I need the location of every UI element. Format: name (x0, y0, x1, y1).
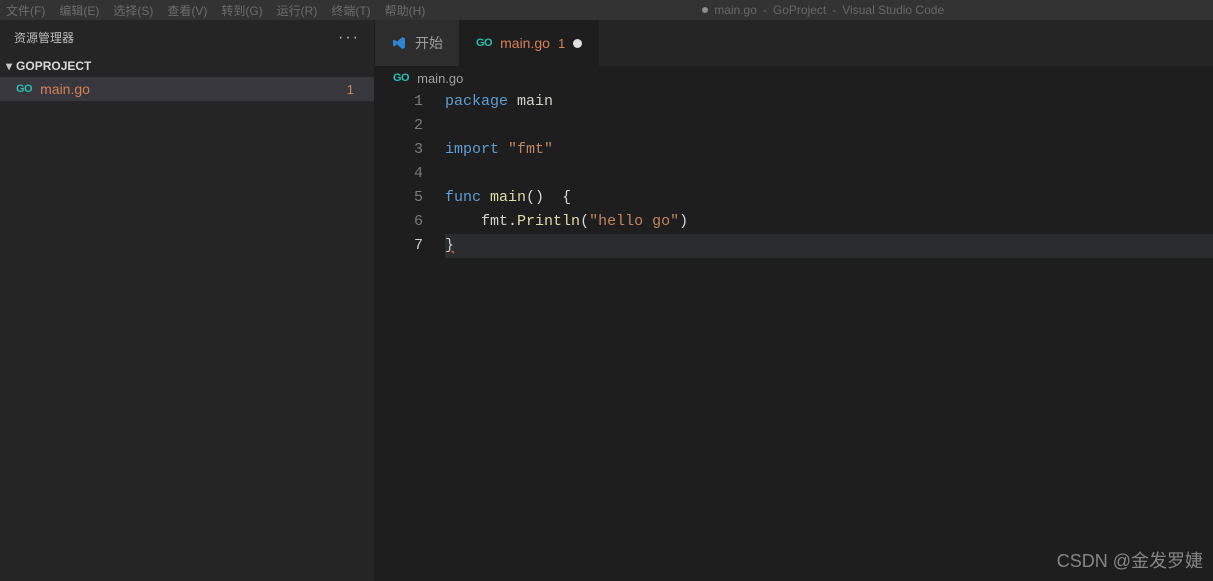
editor-group: 开始 GO main.go 1 GO main.go 1234567 packa… (375, 20, 1213, 581)
line-number: 5 (375, 186, 423, 210)
menu-edit[interactable]: 编辑(E) (59, 2, 99, 19)
explorer-header: 资源管理器 ··· (0, 20, 374, 55)
code-line[interactable]: } (445, 234, 1213, 258)
tab-welcome-label: 开始 (415, 33, 443, 53)
breadcrumb-label: main.go (417, 71, 463, 86)
token-punc: ( (580, 213, 589, 230)
dirty-indicator-icon (573, 39, 582, 48)
token-str: "fmt" (508, 141, 553, 158)
token-punc: ) (679, 213, 688, 230)
workbench-body: 资源管理器 ··· ▾ GOPROJECT GO main.go 1 开始 (0, 20, 1213, 581)
code-line[interactable] (445, 114, 1213, 138)
window-title: main.go - GoProject - Visual Studio Code (702, 3, 944, 17)
menu-goto[interactable]: 转到(G) (221, 2, 262, 19)
explorer-file-label: main.go (40, 81, 347, 97)
title-project: GoProject (773, 3, 826, 17)
project-name: GOPROJECT (16, 59, 91, 73)
token-kw: func (445, 189, 481, 206)
problem-badge: 1 (347, 82, 354, 97)
token-punc: { (562, 189, 571, 206)
line-number: 4 (375, 162, 423, 186)
go-file-icon: GO (16, 83, 32, 95)
go-file-icon: GO (476, 37, 492, 49)
code-line[interactable] (445, 162, 1213, 186)
menu-terminal[interactable]: 终端(T) (331, 2, 370, 19)
code-line[interactable]: package main (445, 90, 1213, 114)
code-lines[interactable]: package mainimport "fmt"func main() { fm… (445, 90, 1213, 581)
explorer-title: 资源管理器 (14, 29, 74, 46)
token-punc: . (508, 213, 517, 230)
explorer-file-main-go[interactable]: GO main.go 1 (0, 77, 374, 101)
menu-run[interactable]: 运行(R) (277, 2, 318, 19)
tab-problem-count: 1 (558, 36, 565, 51)
title-app: Visual Studio Code (842, 3, 944, 17)
line-number: 1 (375, 90, 423, 114)
code-line[interactable]: fmt.Println("hello go") (445, 210, 1213, 234)
token-kw: import (445, 141, 499, 158)
code-line[interactable]: import "fmt" (445, 138, 1213, 162)
menu-file[interactable]: 文件(F) (6, 2, 45, 19)
explorer-sidebar: 资源管理器 ··· ▾ GOPROJECT GO main.go 1 (0, 20, 375, 581)
token-func: Println (517, 213, 580, 230)
menu-help[interactable]: 帮助(H) (385, 2, 426, 19)
menubar: 文件(F) 编辑(E) 选择(S) 查看(V) 转到(G) 运行(R) 终端(T… (0, 0, 1213, 20)
project-row[interactable]: ▾ GOPROJECT (0, 55, 374, 77)
line-number: 6 (375, 210, 423, 234)
token-kw: package (445, 93, 508, 110)
token-punc: () (526, 189, 544, 206)
line-number: 3 (375, 138, 423, 162)
token-func: main (490, 189, 526, 206)
modified-dot-icon (702, 7, 708, 13)
token-err: } (445, 237, 454, 254)
token-str: "hello go" (589, 213, 679, 230)
line-number-gutter: 1234567 (375, 90, 445, 581)
tab-welcome[interactable]: 开始 (375, 20, 460, 66)
chevron-down-icon: ▾ (6, 59, 12, 73)
token-ident: main (517, 93, 553, 110)
breadcrumb[interactable]: GO main.go (375, 66, 1213, 90)
tab-main-go-label: main.go (500, 35, 550, 51)
tab-main-go[interactable]: GO main.go 1 (460, 20, 599, 66)
token-ident: fmt (481, 213, 508, 230)
app-root: 文件(F) 编辑(E) 选择(S) 查看(V) 转到(G) 运行(R) 终端(T… (0, 0, 1213, 581)
more-actions-icon[interactable]: ··· (338, 29, 360, 47)
go-file-icon: GO (393, 72, 409, 84)
tabs-container: 开始 GO main.go 1 (375, 20, 1213, 66)
menu-select[interactable]: 选择(S) (113, 2, 153, 19)
code-editor[interactable]: 1234567 package main import "fmt" func mai… (375, 90, 1213, 581)
line-number: 2 (375, 114, 423, 138)
line-number: 7 (375, 234, 423, 258)
code-line[interactable]: func main() { (445, 186, 1213, 210)
title-file: main.go (714, 3, 757, 17)
menu-view[interactable]: 查看(V) (167, 2, 207, 19)
vscode-icon (391, 35, 407, 51)
